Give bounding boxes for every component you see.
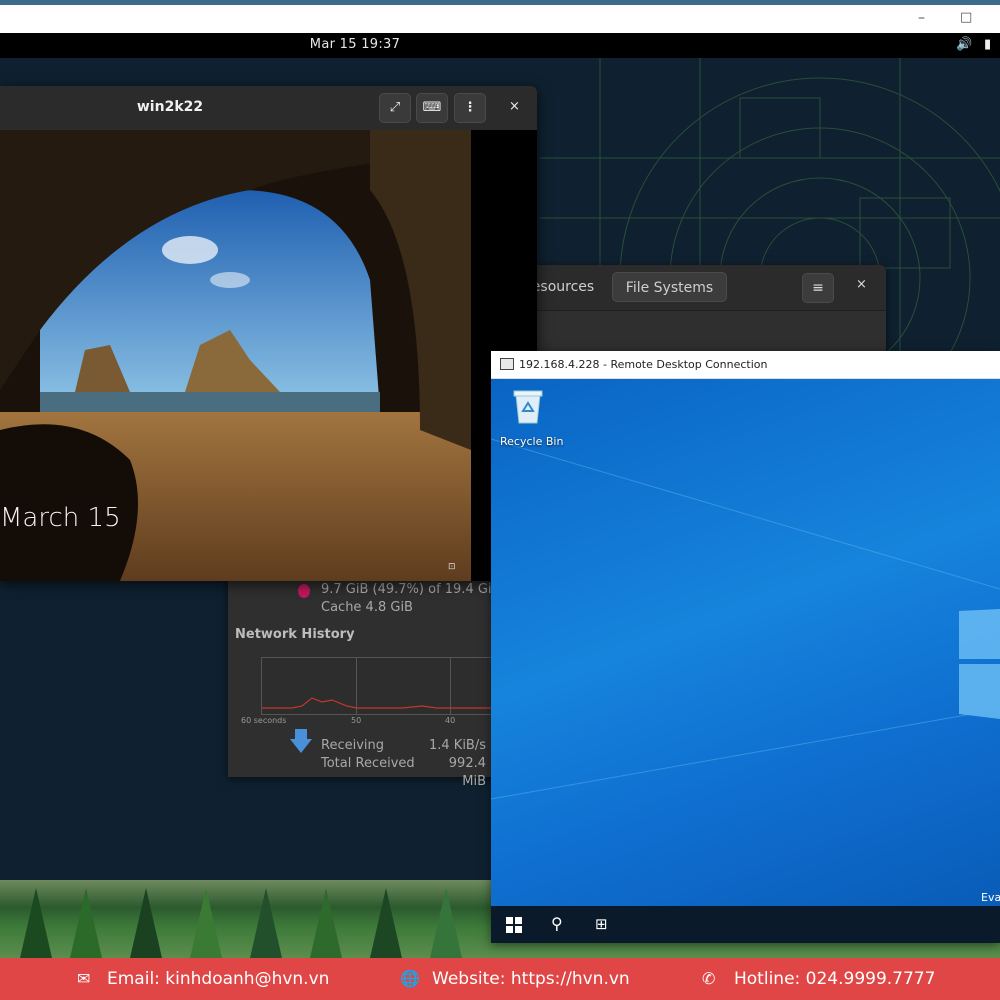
evaluation-watermark: Eva bbox=[981, 891, 1000, 904]
windows-start-icon[interactable] bbox=[506, 917, 522, 933]
network-graph bbox=[261, 657, 501, 715]
remote-desktop-window[interactable]: 192.168.4.228 - Remote Desktop Connectio… bbox=[491, 351, 1000, 943]
fullscreen-button[interactable]: ⤢ bbox=[379, 93, 411, 123]
tree-shape bbox=[430, 888, 462, 958]
footer-website[interactable]: Website: https://hvn.vn bbox=[432, 969, 630, 989]
tab-file-systems[interactable]: File Systems bbox=[612, 272, 727, 302]
windows-wallpaper bbox=[491, 438, 1000, 800]
tree-shape bbox=[310, 888, 342, 958]
memory-cache-value: Cache 4.8 GiB bbox=[321, 600, 413, 615]
task-view-icon[interactable]: ⊞ bbox=[595, 915, 608, 933]
receiving-value: 1.4 KiB/s bbox=[428, 738, 486, 753]
clock[interactable]: Mar 15 19:37 bbox=[0, 37, 710, 52]
memory-usage-text: 9.7 GiB (49.7%) of 19.4 GiB Cache 4.8 Gi… bbox=[321, 581, 500, 617]
rdp-app-icon bbox=[500, 358, 514, 370]
phone-icon: ✆ bbox=[702, 969, 716, 988]
host-window-titlebar: – □ bbox=[0, 0, 1000, 33]
rdp-window-title: 192.168.4.228 - Remote Desktop Connectio… bbox=[519, 358, 768, 371]
receiving-label: Receiving bbox=[321, 738, 385, 753]
vm-menu-button[interactable]: ⋮ bbox=[454, 93, 486, 123]
gnome-top-bar: Mar 15 19:37 🔊 ▮ bbox=[0, 33, 1000, 58]
network-history-heading: Network History bbox=[235, 627, 355, 642]
network-icon[interactable]: ⊡ bbox=[448, 562, 456, 572]
vm-lock-screen[interactable]: March 15 ⊡ bbox=[0, 130, 471, 581]
graph-axis-label: 60 seconds bbox=[241, 716, 287, 725]
contact-footer-banner: ✉ Email: kinhdoanh@hvn.vn 🌐 Website: htt… bbox=[0, 958, 1000, 1000]
tree-shape bbox=[370, 888, 402, 958]
tree-shape bbox=[130, 888, 162, 958]
download-arrow-icon-head bbox=[290, 739, 312, 753]
recycle-bin-icon[interactable] bbox=[511, 387, 545, 425]
receiving-labels: Receiving Total Received bbox=[321, 737, 415, 773]
vm-window-title: win2k22 bbox=[136, 99, 204, 115]
total-received-label: Total Received bbox=[321, 756, 415, 771]
keyboard-button[interactable]: ⌨ bbox=[416, 93, 448, 123]
search-icon[interactable]: ⚲ bbox=[551, 914, 563, 933]
footer-hotline[interactable]: Hotline: 024.9999.7777 bbox=[734, 969, 935, 989]
close-button[interactable]: × bbox=[856, 277, 867, 292]
tree-shape bbox=[250, 888, 282, 958]
host-maximize-button[interactable]: □ bbox=[960, 10, 972, 25]
memory-pie-icon bbox=[298, 584, 310, 598]
volume-icon[interactable]: 🔊 bbox=[956, 37, 972, 52]
rdp-titlebar[interactable]: 192.168.4.228 - Remote Desktop Connectio… bbox=[491, 351, 1000, 379]
hamburger-menu-button[interactable]: ≡ bbox=[802, 273, 834, 303]
receiving-values: 1.4 KiB/s 992.4 MiB bbox=[428, 737, 486, 791]
vm-window-win2k22[interactable]: win2k22 ⤢ ⌨ ⋮ × March 15 ⊡ bbox=[0, 86, 537, 581]
total-received-value: 992.4 MiB bbox=[448, 756, 486, 789]
tree-shape bbox=[70, 888, 102, 958]
recycle-bin-label[interactable]: Recycle Bin bbox=[500, 435, 563, 448]
footer-email[interactable]: Email: kinhdoanh@hvn.vn bbox=[107, 969, 329, 989]
battery-icon[interactable]: ▮ bbox=[984, 37, 991, 52]
rdp-desktop[interactable]: Recycle Bin Eva bbox=[491, 379, 1000, 906]
memory-usage-value: 9.7 GiB (49.7%) of 19.4 GiB bbox=[321, 582, 501, 597]
windows-taskbar: ⚲ ⊞ bbox=[491, 906, 1000, 943]
vm-window-header: win2k22 ⤢ ⌨ ⋮ × bbox=[0, 86, 537, 130]
globe-icon: 🌐 bbox=[400, 969, 420, 988]
host-minimize-button[interactable]: – bbox=[918, 10, 925, 26]
lock-screen-date: March 15 bbox=[0, 503, 121, 533]
network-graph-line bbox=[262, 697, 500, 709]
graph-axis-label: 50 bbox=[351, 716, 362, 725]
tree-shape bbox=[190, 888, 222, 958]
tree-shape bbox=[20, 888, 52, 958]
email-icon: ✉ bbox=[77, 969, 91, 988]
graph-axis-label: 40 bbox=[445, 716, 456, 725]
close-button[interactable]: × bbox=[509, 99, 520, 114]
